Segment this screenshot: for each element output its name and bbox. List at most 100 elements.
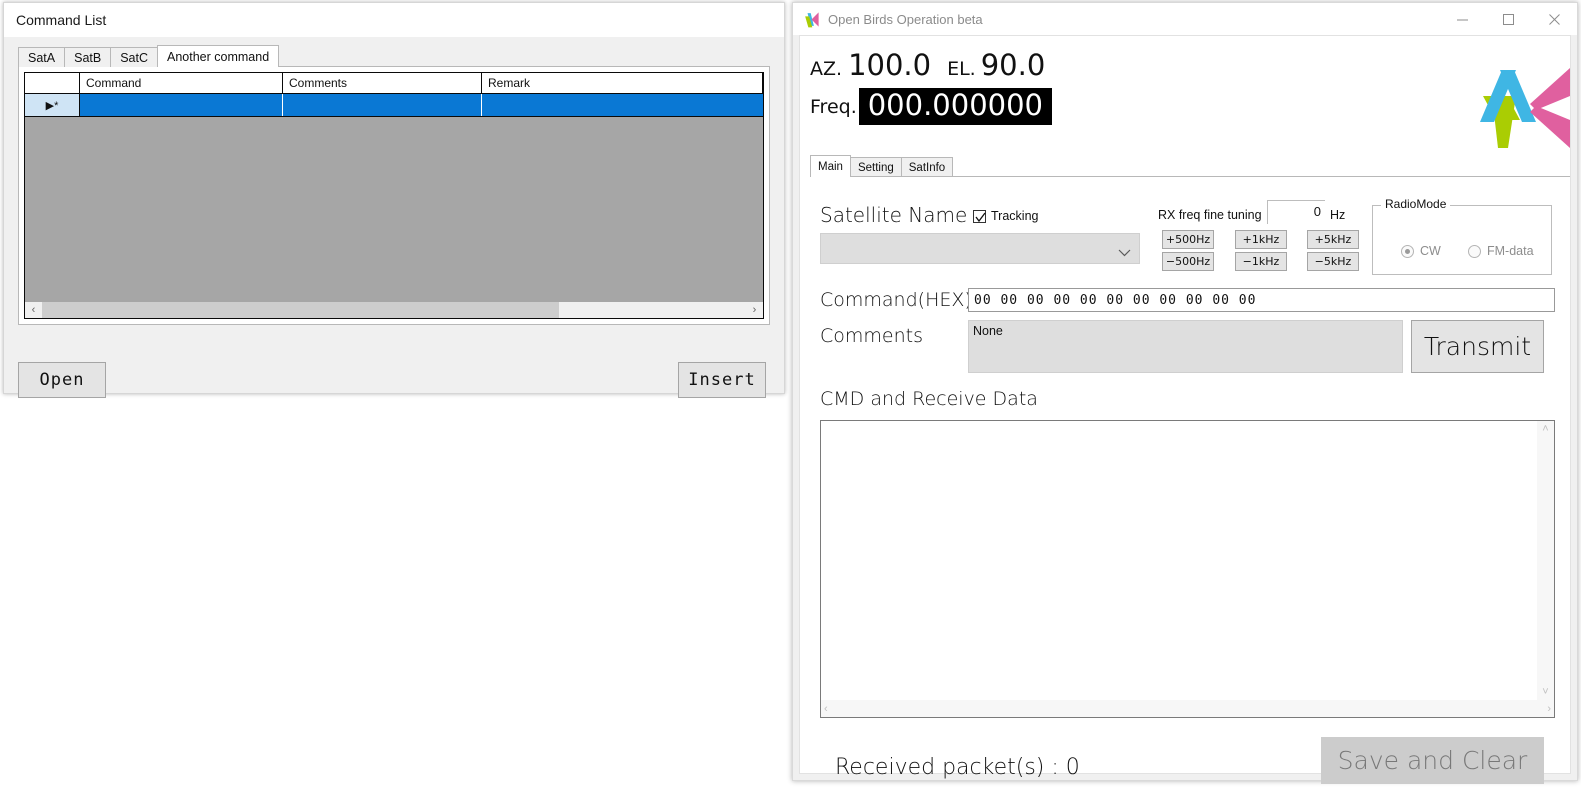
tune-minus-1khz-button[interactable]: −1kHz bbox=[1235, 252, 1287, 271]
tab-satc[interactable]: SatC bbox=[110, 47, 159, 67]
tab-satc-label: SatC bbox=[120, 51, 149, 65]
grid-col-remark: Remark bbox=[482, 73, 763, 93]
freq-line: Freq. 000.000000 bbox=[810, 88, 1053, 125]
maximize-button[interactable] bbox=[1485, 3, 1531, 35]
tune-plus-1khz-button[interactable]: +1kHz bbox=[1235, 230, 1287, 249]
az-el-line: AZ. 100.0 EL. 90.0 bbox=[810, 48, 1052, 82]
tune-minus-1khz-label: −1kHz bbox=[1242, 255, 1280, 268]
tab-setting-label: Setting bbox=[857, 162, 894, 174]
open-button[interactable]: Open bbox=[18, 362, 106, 398]
radio-mode-legend: RadioMode bbox=[1381, 197, 1451, 211]
main-client-area: AZ. 100.0 EL. 90.0 Freq. 000.000000 Main… bbox=[799, 35, 1571, 784]
minimize-icon bbox=[1456, 19, 1468, 20]
maximize-icon bbox=[1502, 13, 1514, 25]
grid-col-rowheader bbox=[25, 73, 80, 93]
tab-another-command[interactable]: Another command bbox=[157, 45, 280, 67]
tune-minus-5khz-button[interactable]: −5kHz bbox=[1307, 252, 1359, 271]
command-grid-hscrollbar[interactable]: ‹ › bbox=[25, 301, 763, 318]
tab-satb[interactable]: SatB bbox=[64, 47, 112, 67]
tracking-checkbox[interactable]: Tracking bbox=[973, 209, 1038, 223]
insert-button[interactable]: Insert bbox=[678, 362, 766, 398]
tune-plus-5khz-label: +5kHz bbox=[1314, 233, 1352, 246]
az-value: 100.0 bbox=[848, 48, 932, 82]
hscroll-thumb[interactable] bbox=[42, 301, 560, 318]
check-icon bbox=[975, 212, 986, 222]
freq-display: 000.000000 bbox=[858, 88, 1053, 125]
radio-fm-data-icon[interactable] bbox=[1468, 244, 1481, 258]
radio-cw-label: CW bbox=[1420, 244, 1441, 258]
save-and-clear-button[interactable]: Save and Clear bbox=[1321, 737, 1544, 784]
received-packets-status: Received packet(s) : 0 bbox=[835, 755, 1080, 780]
tab-another-command-label: Another command bbox=[167, 50, 270, 64]
tab-satinfo-label: SatInfo bbox=[908, 162, 946, 174]
transmit-button[interactable]: Transmit bbox=[1411, 320, 1544, 373]
tune-minus-5khz-label: −5kHz bbox=[1314, 255, 1352, 268]
command-list-button-bar: Open Insert bbox=[18, 337, 770, 398]
minimize-button[interactable] bbox=[1439, 3, 1485, 35]
tune-plus-5khz-button[interactable]: +5kHz bbox=[1307, 230, 1359, 249]
table-row[interactable]: ▶* bbox=[25, 94, 763, 117]
scroll-down-icon[interactable]: ˅ bbox=[1542, 684, 1548, 700]
command-grid-header: Command Comments Remark bbox=[25, 73, 763, 94]
command-list-titlebar: Command List bbox=[4, 3, 784, 37]
hz-unit-label: Hz bbox=[1330, 208, 1346, 222]
tab-satinfo[interactable]: SatInfo bbox=[900, 157, 954, 176]
tab-satb-label: SatB bbox=[74, 51, 102, 65]
scroll-up-icon[interactable]: ˄ bbox=[1542, 421, 1548, 437]
tune-plus-500hz-button[interactable]: +500Hz bbox=[1162, 230, 1214, 249]
receive-vscrollbar[interactable]: ˄ ˅ bbox=[1537, 421, 1554, 700]
window-controls bbox=[1439, 3, 1577, 35]
tune-plus-1khz-label: +1kHz bbox=[1242, 233, 1280, 246]
radio-cw-icon[interactable] bbox=[1401, 244, 1414, 258]
command-grid[interactable]: Command Comments Remark ▶* ‹ › bbox=[24, 72, 764, 319]
scroll-right-icon[interactable]: › bbox=[1547, 701, 1551, 717]
command-list-body: SatA SatB SatC Another command Command C… bbox=[4, 37, 784, 398]
cell-remark[interactable] bbox=[482, 94, 763, 116]
cmd-receive-data-textarea[interactable]: ˄ ˅ ‹ › bbox=[820, 420, 1555, 718]
comments-label: Comments bbox=[820, 325, 923, 347]
command-list-title: Command List bbox=[16, 11, 107, 28]
chevron-down-icon[interactable] bbox=[1118, 244, 1131, 262]
main-titlebar[interactable]: Open Birds Operation beta bbox=[793, 3, 1577, 35]
open-birds-operation-window: Open Birds Operation beta AZ. 100.0 EL. … bbox=[792, 2, 1578, 784]
az-label: AZ. bbox=[810, 58, 843, 80]
scroll-right-icon[interactable]: › bbox=[746, 301, 763, 318]
tab-main[interactable]: Main bbox=[810, 155, 851, 177]
tab-setting[interactable]: Setting bbox=[849, 157, 902, 176]
rx-fine-tuning-input[interactable]: 0 bbox=[1267, 200, 1325, 224]
el-label: EL. bbox=[947, 58, 976, 80]
save-and-clear-label: Save and Clear bbox=[1337, 746, 1528, 775]
transmit-button-label: Transmit bbox=[1423, 332, 1532, 361]
app-logo bbox=[1480, 68, 1570, 148]
radio-option-cw[interactable]: CW bbox=[1401, 244, 1441, 258]
tab-sata[interactable]: SatA bbox=[18, 47, 66, 67]
grid-col-command: Command bbox=[80, 73, 283, 93]
checkbox-icon[interactable] bbox=[973, 209, 986, 223]
hscroll-track[interactable] bbox=[42, 301, 746, 318]
tune-minus-500hz-button[interactable]: −500Hz bbox=[1162, 252, 1214, 271]
radio-mode-group: RadioMode CW FM-data bbox=[1372, 197, 1552, 275]
comments-textarea[interactable]: None bbox=[968, 320, 1403, 373]
radio-option-fm-data[interactable]: FM-data bbox=[1468, 244, 1534, 258]
freq-label: Freq. bbox=[810, 95, 857, 118]
main-tabpage: Satellite Name Tracking RX freq fine tun… bbox=[810, 177, 1564, 784]
scroll-left-icon[interactable]: ‹ bbox=[25, 301, 42, 318]
tune-minus-500hz-label: −500Hz bbox=[1165, 255, 1211, 268]
cell-command[interactable] bbox=[80, 94, 283, 116]
cell-comments[interactable] bbox=[283, 94, 482, 116]
cmd-receive-data-label: CMD and Receive Data bbox=[820, 388, 1038, 410]
close-button[interactable] bbox=[1531, 3, 1577, 35]
radio-fm-data-label: FM-data bbox=[1487, 244, 1534, 258]
satellite-name-combobox[interactable] bbox=[820, 233, 1140, 264]
close-icon bbox=[1548, 13, 1560, 25]
command-list-window: Command List SatA SatB SatC Another comm… bbox=[3, 2, 785, 398]
scroll-left-icon[interactable]: ‹ bbox=[824, 701, 828, 717]
command-hex-input[interactable]: 00 00 00 00 00 00 00 00 00 00 00 bbox=[968, 288, 1555, 312]
tracking-label: Tracking bbox=[991, 209, 1039, 223]
app-logo-icon bbox=[805, 11, 819, 27]
tune-plus-500hz-label: +500Hz bbox=[1165, 233, 1211, 246]
row-new-marker[interactable]: ▶* bbox=[25, 94, 80, 116]
receive-hscrollbar[interactable]: ‹ › bbox=[821, 700, 1554, 717]
antenna-readout: AZ. 100.0 EL. 90.0 Freq. 000.000000 bbox=[810, 48, 1053, 125]
rx-fine-tuning-label: RX freq fine tuning bbox=[1158, 208, 1262, 222]
